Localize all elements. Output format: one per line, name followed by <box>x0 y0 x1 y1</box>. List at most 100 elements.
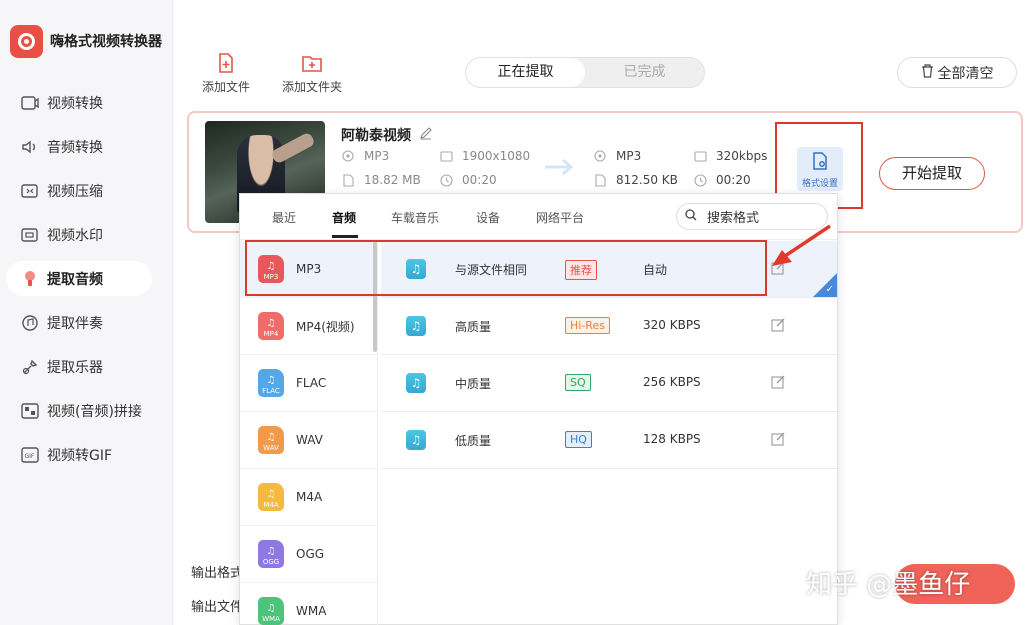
sidebar-nav: 视频转换 音频转换 视频压缩 视频水印 提取音频 提取伴奏 提取乐器 视频(音频… <box>6 85 152 481</box>
clock-icon <box>693 173 707 187</box>
format-item[interactable]: ♫ WAV WAV <box>240 412 377 469</box>
video-compress-icon <box>20 181 40 201</box>
edit-preset-icon[interactable] <box>771 317 786 335</box>
audio-convert-icon <box>20 137 40 157</box>
sidebar-item-video-watermark[interactable]: 视频水印 <box>6 217 152 252</box>
file-size-icon <box>341 173 355 187</box>
resolution-icon <box>439 149 453 163</box>
audio-file-icon: ♫ OGG <box>258 540 284 568</box>
extract-audio-icon <box>20 269 40 289</box>
format-settings-button[interactable]: 格式设置 <box>797 147 843 191</box>
format-icon <box>341 149 355 163</box>
clear-all-button[interactable]: 全部清空 <box>897 57 1017 88</box>
add-folder-icon <box>301 52 323 74</box>
target-format: MP3 <box>593 149 641 163</box>
brand: 嗨格式视频转换器 <box>10 24 162 58</box>
app-title: 嗨格式视频转换器 <box>50 34 162 50</box>
quality-badge: SQ <box>565 374 591 391</box>
format-icon <box>593 149 607 163</box>
svg-text:GIF: GIF <box>25 453 35 460</box>
add-file-button[interactable]: 添加文件 <box>186 52 266 95</box>
sidebar-item-merge[interactable]: 视频(音频)拼接 <box>6 393 152 428</box>
format-item[interactable]: ♫ WMA WMA <box>240 583 377 625</box>
convert-arrow-icon <box>543 157 577 181</box>
clear-all-label: 全部清空 <box>937 65 994 82</box>
target-bitrate: 320kbps <box>693 149 767 163</box>
sidebar-item-extract-instrument[interactable]: 提取乐器 <box>6 349 152 384</box>
quality-badge: HQ <box>565 431 592 448</box>
clock-icon <box>439 173 453 187</box>
sidebar-item-video-compress[interactable]: 视频压缩 <box>6 173 152 208</box>
file-size-icon <box>593 173 607 187</box>
target-duration: 00:20 <box>693 173 751 187</box>
target-bitrate-text: 320kbps <box>716 149 768 163</box>
sidebar-item-label: 视频压缩 <box>47 183 103 200</box>
add-folder-button[interactable]: 添加文件夹 <box>272 52 352 95</box>
source-format: MP3 <box>341 149 389 163</box>
format-tag: MP4 <box>263 330 279 338</box>
source-duration-text: 00:20 <box>462 173 497 187</box>
file-name-text: 阿勒泰视频 <box>341 128 411 144</box>
app-logo-icon <box>10 24 43 58</box>
tab-audio[interactable]: 音频 <box>332 209 356 226</box>
quality-badge: Hi-Res <box>565 317 610 334</box>
start-extract-button[interactable]: 开始提取 <box>879 157 985 190</box>
format-list: ♫ MP3 MP3 ♫ MP4 MP4(视频) ♫ FLAC FLAC ♫ WAV WAV ♫ M4A M4… <box>240 241 378 625</box>
format-category-tabs: 最近 音频 车载音乐 设备 网络平台 搜索格式 <box>240 194 837 240</box>
edit-preset-icon[interactable] <box>771 374 786 392</box>
sidebar-item-label: 视频转GIF <box>47 447 113 464</box>
tab-extracting[interactable]: 正在提取 <box>466 58 585 87</box>
quality-name: 低质量 <box>455 434 492 448</box>
format-name: M4A <box>296 490 323 504</box>
format-name: WAV <box>296 433 323 447</box>
format-item[interactable]: ♫ FLAC FLAC <box>240 355 377 412</box>
sidebar-item-extract-accompaniment[interactable]: 提取伴奏 <box>6 305 152 340</box>
sidebar-item-label: 视频(音频)拼接 <box>47 403 142 420</box>
gif-icon: GIF <box>20 445 40 465</box>
sidebar-item-video-convert[interactable]: 视频转换 <box>6 85 152 120</box>
selected-format-highlight <box>245 240 767 296</box>
audio-file-icon: ♫ MP4 <box>258 312 284 340</box>
quality-row[interactable]: ♫ 中质量 SQ 256 KBPS <box>381 355 837 412</box>
music-note-icon: ♫ <box>406 430 426 450</box>
add-folder-label: 添加文件夹 <box>281 80 342 94</box>
edit-name-icon[interactable] <box>419 126 433 144</box>
music-note-icon: ♫ <box>406 316 426 336</box>
format-name: WMA <box>296 604 327 618</box>
source-duration: 00:20 <box>439 173 497 187</box>
tab-web-platform[interactable]: 网络平台 <box>536 209 584 226</box>
tab-car-music[interactable]: 车载音乐 <box>391 209 439 226</box>
video-convert-icon <box>20 93 40 113</box>
search-icon <box>685 208 697 225</box>
sidebar-item-label: 视频水印 <box>47 227 103 244</box>
sidebar-item-extract-audio[interactable]: 提取音频 <box>6 261 152 296</box>
format-tag: WMA <box>262 615 280 623</box>
tab-recent[interactable]: 最近 <box>272 209 296 226</box>
quality-name: 中质量 <box>455 377 492 391</box>
check-icon: ✓ <box>825 284 834 295</box>
edit-preset-icon[interactable] <box>771 431 786 449</box>
search-placeholder: 搜索格式 <box>707 211 760 226</box>
quality-value: 320 KBPS <box>643 318 701 332</box>
sidebar-item-gif[interactable]: GIF 视频转GIF <box>6 437 152 472</box>
source-format-text: MP3 <box>364 149 390 163</box>
audio-file-icon: ♫ M4A <box>258 483 284 511</box>
sidebar-item-label: 提取乐器 <box>47 359 103 376</box>
quality-row[interactable]: ♫ 高质量 Hi-Res 320 KBPS <box>381 298 837 355</box>
format-item[interactable]: ♫ MP4 MP4(视频) <box>240 298 377 355</box>
watermark-text: 知乎 @墨鱼仔 <box>806 570 971 600</box>
source-resolution: 1900x1080 <box>439 149 530 163</box>
video-watermark-icon <box>20 225 40 245</box>
quality-name: 高质量 <box>455 320 492 334</box>
target-format-text: MP3 <box>616 149 642 163</box>
tab-device[interactable]: 设备 <box>476 209 500 226</box>
format-tag: M4A <box>263 501 279 509</box>
tab-completed[interactable]: 已完成 <box>585 58 704 87</box>
target-size: 812.50 KB <box>593 173 678 187</box>
target-duration-text: 00:20 <box>716 173 751 187</box>
format-item[interactable]: ♫ M4A M4A <box>240 469 377 526</box>
sidebar-item-audio-convert[interactable]: 音频转换 <box>6 129 152 164</box>
quality-row[interactable]: ♫ 低质量 HQ 128 KBPS <box>381 412 837 469</box>
format-name: MP4(视频) <box>296 319 355 334</box>
format-item[interactable]: ♫ OGG OGG <box>240 526 377 583</box>
